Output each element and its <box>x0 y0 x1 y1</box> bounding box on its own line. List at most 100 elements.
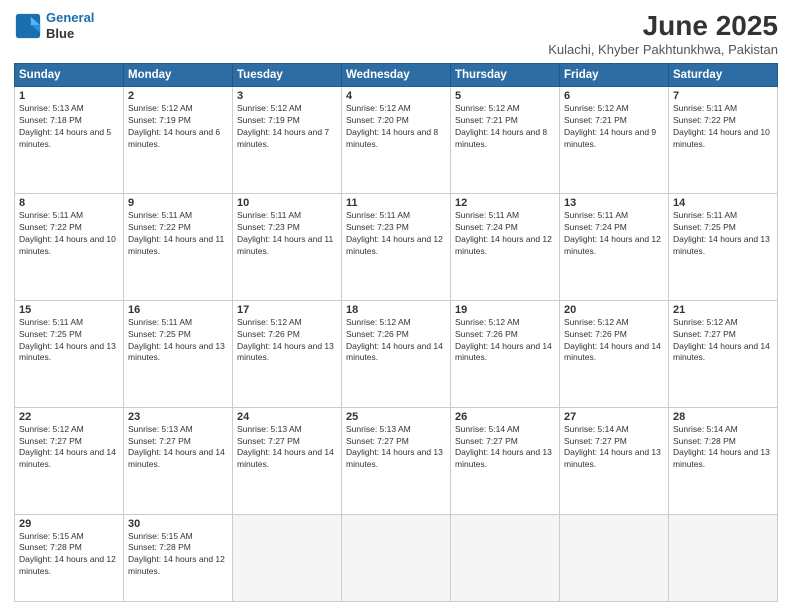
day-info: Sunrise: 5:12 AMSunset: 7:19 PMDaylight:… <box>237 103 337 151</box>
day-number: 22 <box>19 411 119 423</box>
calendar-cell: 24Sunrise: 5:13 AMSunset: 7:27 PMDayligh… <box>233 407 342 514</box>
calendar-cell: 9Sunrise: 5:11 AMSunset: 7:22 PMDaylight… <box>124 193 233 300</box>
day-number: 15 <box>19 304 119 316</box>
sunrise-label: Sunrise: 5:14 AM <box>673 424 738 434</box>
day-info: Sunrise: 5:11 AMSunset: 7:25 PMDaylight:… <box>19 317 119 365</box>
day-number: 8 <box>19 197 119 209</box>
sunset-label: Sunset: 7:21 PM <box>455 115 518 125</box>
sunset-label: Sunset: 7:26 PM <box>237 329 300 339</box>
day-info: Sunrise: 5:14 AMSunset: 7:27 PMDaylight:… <box>564 424 664 472</box>
day-info: Sunrise: 5:15 AMSunset: 7:28 PMDaylight:… <box>128 531 228 579</box>
day-number: 27 <box>564 411 664 423</box>
daylight-label: Daylight: 14 hours and 12 minutes. <box>455 234 552 256</box>
sunrise-label: Sunrise: 5:11 AM <box>673 210 737 220</box>
daylight-label: Daylight: 14 hours and 14 minutes. <box>455 341 552 363</box>
day-number: 25 <box>346 411 446 423</box>
calendar-cell: 19Sunrise: 5:12 AMSunset: 7:26 PMDayligh… <box>451 300 560 407</box>
daylight-label: Daylight: 14 hours and 13 minutes. <box>237 341 334 363</box>
calendar-cell <box>669 514 778 602</box>
day-number: 3 <box>237 90 337 102</box>
sunset-label: Sunset: 7:27 PM <box>128 436 191 446</box>
calendar-cell: 16Sunrise: 5:11 AMSunset: 7:25 PMDayligh… <box>124 300 233 407</box>
day-info: Sunrise: 5:13 AMSunset: 7:27 PMDaylight:… <box>128 424 228 472</box>
day-info: Sunrise: 5:11 AMSunset: 7:22 PMDaylight:… <box>128 210 228 258</box>
calendar-header-row: SundayMondayTuesdayWednesdayThursdayFrid… <box>15 64 778 87</box>
sunrise-label: Sunrise: 5:11 AM <box>128 210 192 220</box>
header: General Blue June 2025 Kulachi, Khyber P… <box>14 10 778 57</box>
day-number: 19 <box>455 304 555 316</box>
sunrise-label: Sunrise: 5:12 AM <box>128 103 193 113</box>
calendar-cell: 22Sunrise: 5:12 AMSunset: 7:27 PMDayligh… <box>15 407 124 514</box>
day-info: Sunrise: 5:13 AMSunset: 7:27 PMDaylight:… <box>346 424 446 472</box>
daylight-label: Daylight: 14 hours and 12 minutes. <box>564 234 661 256</box>
sunrise-label: Sunrise: 5:12 AM <box>237 317 302 327</box>
daylight-label: Daylight: 14 hours and 5 minutes. <box>19 127 111 149</box>
logo-icon <box>14 12 42 40</box>
calendar-week-row: 8Sunrise: 5:11 AMSunset: 7:22 PMDaylight… <box>15 193 778 300</box>
sunrise-label: Sunrise: 5:13 AM <box>237 424 302 434</box>
title-block: June 2025 Kulachi, Khyber Pakhtunkhwa, P… <box>548 10 778 57</box>
sunset-label: Sunset: 7:25 PM <box>19 329 82 339</box>
calendar-cell: 26Sunrise: 5:14 AMSunset: 7:27 PMDayligh… <box>451 407 560 514</box>
daylight-label: Daylight: 14 hours and 12 minutes. <box>128 554 225 576</box>
sunrise-label: Sunrise: 5:14 AM <box>455 424 520 434</box>
sunrise-label: Sunrise: 5:11 AM <box>346 210 410 220</box>
day-info: Sunrise: 5:12 AMSunset: 7:19 PMDaylight:… <box>128 103 228 151</box>
calendar-table: SundayMondayTuesdayWednesdayThursdayFrid… <box>14 63 778 602</box>
sunrise-label: Sunrise: 5:12 AM <box>673 317 738 327</box>
calendar-week-row: 22Sunrise: 5:12 AMSunset: 7:27 PMDayligh… <box>15 407 778 514</box>
daylight-label: Daylight: 14 hours and 14 minutes. <box>237 447 334 469</box>
sunrise-label: Sunrise: 5:12 AM <box>455 317 520 327</box>
sunset-label: Sunset: 7:26 PM <box>346 329 409 339</box>
day-info: Sunrise: 5:12 AMSunset: 7:27 PMDaylight:… <box>673 317 773 365</box>
calendar-cell: 21Sunrise: 5:12 AMSunset: 7:27 PMDayligh… <box>669 300 778 407</box>
calendar-week-row: 15Sunrise: 5:11 AMSunset: 7:25 PMDayligh… <box>15 300 778 407</box>
day-info: Sunrise: 5:11 AMSunset: 7:25 PMDaylight:… <box>673 210 773 258</box>
header-wednesday: Wednesday <box>342 64 451 87</box>
daylight-label: Daylight: 14 hours and 11 minutes. <box>237 234 333 256</box>
daylight-label: Daylight: 14 hours and 12 minutes. <box>19 554 116 576</box>
daylight-label: Daylight: 14 hours and 7 minutes. <box>237 127 329 149</box>
day-number: 26 <box>455 411 555 423</box>
day-info: Sunrise: 5:12 AMSunset: 7:26 PMDaylight:… <box>346 317 446 365</box>
sunset-label: Sunset: 7:24 PM <box>455 222 518 232</box>
sunrise-label: Sunrise: 5:12 AM <box>346 103 411 113</box>
calendar-cell: 27Sunrise: 5:14 AMSunset: 7:27 PMDayligh… <box>560 407 669 514</box>
day-info: Sunrise: 5:13 AM Sunset: 7:27 PMDaylight:… <box>237 424 337 472</box>
sunrise-label: Sunrise: 5:11 AM <box>19 210 83 220</box>
calendar-week-row: 29 Sunrise: 5:15 AMSunset: 7:28 PMDayligh… <box>15 514 778 602</box>
daylight-label: Daylight: 14 hours and 11 minutes. <box>128 234 224 256</box>
calendar-cell: 29Sunrise: 5:15 AMSunset: 7:28 PMDayligh… <box>15 514 124 602</box>
day-info: Sunrise: 5:11 AMSunset: 7:22 PMDaylight:… <box>19 210 119 258</box>
calendar-cell: 18Sunrise: 5:12 AMSunset: 7:26 PMDayligh… <box>342 300 451 407</box>
calendar-cell: 10Sunrise: 5:11 AMSunset: 7:23 PMDayligh… <box>233 193 342 300</box>
calendar-cell: 6Sunrise: 5:12 AMSunset: 7:21 PMDaylight… <box>560 87 669 194</box>
sunset-label: Sunset: 7:27 PM <box>673 329 736 339</box>
logo-line1: General <box>46 10 94 25</box>
calendar-cell <box>451 514 560 602</box>
daylight-label: Daylight: 14 hours and 14 minutes. <box>19 447 116 469</box>
day-number: 10 <box>237 197 337 209</box>
subtitle: Kulachi, Khyber Pakhtunkhwa, Pakistan <box>548 42 778 57</box>
daylight-label: Daylight: 14 hours and 14 minutes. <box>128 447 225 469</box>
day-number: 12 <box>455 197 555 209</box>
sunset-label: Sunset: 7:27 PM <box>237 436 300 446</box>
day-number: 2 <box>128 90 228 102</box>
logo: General Blue <box>14 10 94 41</box>
day-number: 13 <box>564 197 664 209</box>
header-friday: Friday <box>560 64 669 87</box>
day-info: Sunrise: 5:11 AMSunset: 7:24 PMDaylight:… <box>564 210 664 258</box>
calendar-cell: 28Sunrise: 5:14 AMSunset: 7:28 PMDayligh… <box>669 407 778 514</box>
sunset-label: Sunset: 7:25 PM <box>673 222 736 232</box>
daylight-label: Daylight: 14 hours and 9 minutes. <box>564 127 656 149</box>
daylight-label: Daylight: 14 hours and 13 minutes. <box>128 341 225 363</box>
sunset-label: Sunset: 7:24 PM <box>564 222 627 232</box>
day-number: 20 <box>564 304 664 316</box>
sunrise-label: Sunrise: 5:11 AM <box>19 317 83 327</box>
calendar-cell: 7Sunrise: 5:11 AMSunset: 7:22 PMDaylight… <box>669 87 778 194</box>
sunrise-label: Sunrise: 5:11 AM <box>128 317 192 327</box>
day-info: Sunrise: 5:12 AMSunset: 7:27 PMDaylight:… <box>19 424 119 472</box>
day-number: 7 <box>673 90 773 102</box>
day-number: 6 <box>564 90 664 102</box>
day-number: 29 <box>19 518 119 530</box>
